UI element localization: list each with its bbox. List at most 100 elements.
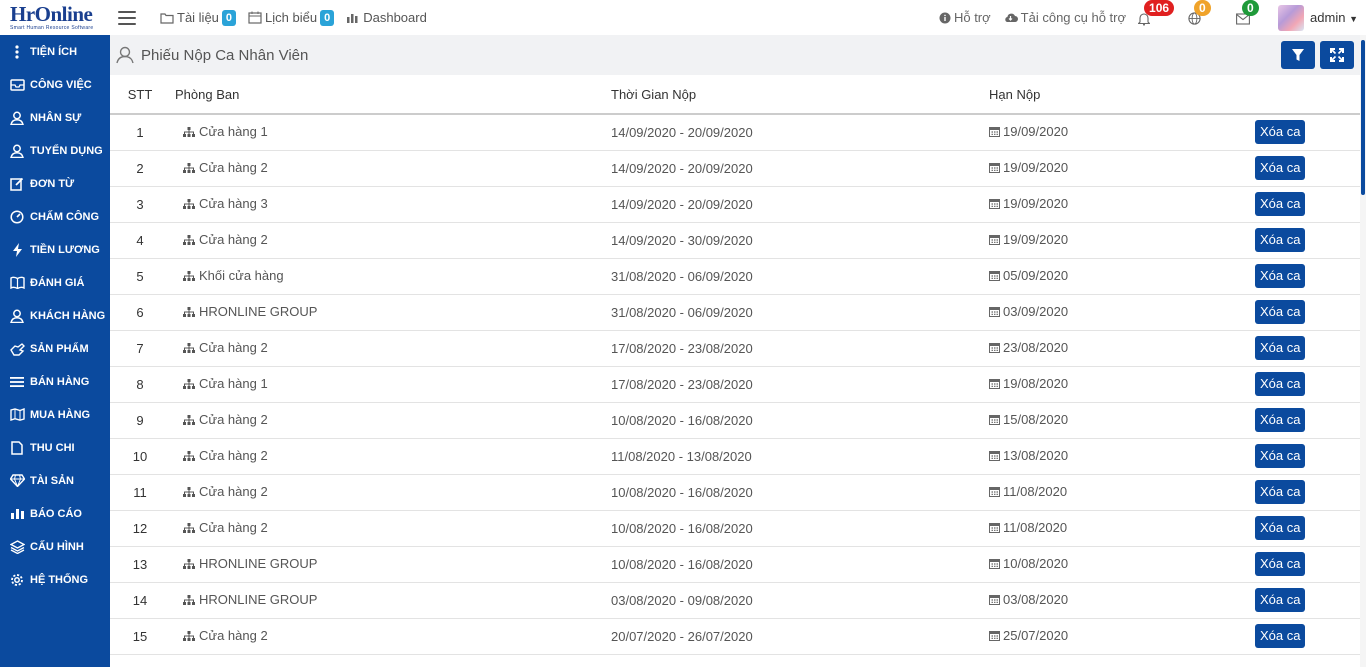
sidebar-item-thu-chi[interactable]: THU CHI: [0, 431, 110, 464]
sitemap-icon: [183, 125, 195, 140]
sitemap-icon: [183, 305, 195, 320]
row-deadline: 13/08/2020: [985, 438, 1255, 475]
mail-count-badge: 0: [1242, 0, 1259, 16]
delete-shift-button[interactable]: Xóa ca: [1255, 624, 1306, 648]
documents-link[interactable]: Tài liệu 0: [160, 9, 237, 26]
sitemap-icon: [183, 593, 195, 608]
logo[interactable]: HrOnline Smart Human Resource Software: [0, 0, 110, 35]
sidebar-item-tai-san[interactable]: TÀI SẢN: [0, 464, 110, 497]
row-actions: Xóa ca: [1255, 330, 1360, 367]
dashboard-link[interactable]: Dashboard: [346, 10, 427, 25]
sidebar-item-label: NHÂN SỰ: [30, 111, 82, 124]
table-row[interactable]: 11 Cửa hàng 2 10/08/2020 - 16/08/2020 11/08…: [110, 474, 1360, 511]
sidebar-item-khach-hang[interactable]: KHÁCH HÀNG: [0, 299, 110, 332]
row-submit-time: 14/09/2020 - 20/09/2020: [607, 150, 985, 187]
panel-header: Phiếu Nộp Ca Nhân Viên: [110, 35, 1360, 75]
table-row[interactable]: 9 Cửa hàng 2 10/08/2020 - 16/08/2020 15/08/…: [110, 402, 1360, 439]
sidebar-item-nhan-su[interactable]: NHÂN SỰ: [0, 101, 110, 134]
menu-toggle-icon[interactable]: [118, 10, 136, 25]
file-icon: [8, 440, 26, 456]
cloud-download-icon: [1004, 13, 1018, 22]
main-panel: Phiếu Nộp Ca Nhân Viên STT Phòng Ban Thờ…: [110, 35, 1360, 667]
sidebar-item-cong-viec[interactable]: CÔNG VIỆC: [0, 68, 110, 101]
sidebar-item-label: KHÁCH HÀNG: [30, 309, 106, 322]
row-actions: Xóa ca: [1255, 438, 1360, 475]
download-tools-link[interactable]: Tải công cụ hỗ trợ: [1003, 10, 1126, 25]
sidebar-item-label: CHẤM CÔNG: [30, 210, 100, 223]
table-row[interactable]: 15 Cửa hàng 2 20/07/2020 - 26/07/2020 25/07…: [110, 618, 1360, 655]
delete-shift-button[interactable]: Xóa ca: [1255, 444, 1306, 468]
sidebar-item-tien-luong[interactable]: TIỀN LƯƠNG: [0, 233, 110, 266]
delete-shift-button[interactable]: Xóa ca: [1255, 300, 1306, 324]
row-deadline: 19/08/2020: [985, 366, 1255, 403]
sidebar-item-tuyen-dung[interactable]: TUYỂN DỤNG: [0, 134, 110, 167]
row-stt: 4: [110, 222, 170, 259]
row-department: HRONLINE GROUP: [170, 294, 607, 331]
delete-shift-button[interactable]: Xóa ca: [1255, 372, 1306, 396]
department-name: Cửa hàng 2: [199, 628, 268, 643]
delete-shift-button[interactable]: Xóa ca: [1255, 408, 1306, 432]
row-deadline: 03/08/2020: [985, 582, 1255, 619]
sidebar-item-danh-gia[interactable]: ĐÁNH GIÁ: [0, 266, 110, 299]
department-name: Cửa hàng 3: [199, 196, 268, 211]
table-row[interactable]: 14 HRONLINE GROUP 03/08/2020 - 09/08/2020 0…: [110, 582, 1360, 619]
delete-shift-button[interactable]: Xóa ca: [1255, 480, 1306, 504]
delete-shift-button[interactable]: Xóa ca: [1255, 336, 1306, 360]
table-row[interactable]: 5 Khối cửa hàng 31/08/2020 - 06/09/2020 05/…: [110, 258, 1360, 295]
delete-shift-button[interactable]: Xóa ca: [1255, 192, 1306, 216]
sidebar-item-don-tu[interactable]: ĐƠN TỪ: [0, 167, 110, 200]
table-row[interactable]: 2 Cửa hàng 2 14/09/2020 - 20/09/2020 19/09/…: [110, 150, 1360, 187]
table-row[interactable]: 1 Cửa hàng 1 14/09/2020 - 20/09/2020 19/09/…: [110, 114, 1360, 151]
table-row[interactable]: 8 Cửa hàng 1 17/08/2020 - 23/08/2020 19/08/…: [110, 366, 1360, 403]
mail-notifications[interactable]: 0: [1236, 0, 1259, 28]
table-row[interactable]: 3 Cửa hàng 3 14/09/2020 - 20/09/2020 19/09/…: [110, 186, 1360, 223]
table-row[interactable]: 13 HRONLINE GROUP 10/08/2020 - 16/08/2020 1…: [110, 546, 1360, 583]
sidebar-item-he-thong[interactable]: HỆ THỐNG: [0, 563, 110, 596]
scrollbar[interactable]: [1360, 35, 1366, 667]
table-row[interactable]: 10 Cửa hàng 2 11/08/2020 - 13/08/2020 13/08…: [110, 438, 1360, 475]
sidebar-item-ban-hang[interactable]: BÁN HÀNG: [0, 365, 110, 398]
calendar-icon: [989, 557, 1000, 572]
user-menu[interactable]: admin ▼: [1310, 10, 1358, 25]
scrollbar-thumb[interactable]: [1361, 40, 1365, 195]
department-name: Cửa hàng 2: [199, 448, 268, 463]
sidebar-item-bao-cao[interactable]: BÁO CÁO: [0, 497, 110, 530]
row-actions: Xóa ca: [1255, 618, 1360, 655]
sidebar-item-cham-cong[interactable]: CHẤM CÔNG: [0, 200, 110, 233]
col-department: Phòng Ban: [170, 75, 607, 115]
row-stt: 13: [110, 546, 170, 583]
delete-shift-button[interactable]: Xóa ca: [1255, 228, 1306, 252]
delete-shift-button[interactable]: Xóa ca: [1255, 120, 1306, 145]
row-actions: Xóa ca: [1255, 258, 1360, 295]
language-notifications[interactable]: 0: [1188, 0, 1211, 28]
filter-button[interactable]: [1281, 41, 1315, 69]
user-icon: [8, 308, 26, 324]
table-row[interactable]: 6 HRONLINE GROUP 31/08/2020 - 06/09/2020 03…: [110, 294, 1360, 331]
table-row[interactable]: 4 Cửa hàng 2 14/09/2020 - 30/09/2020 19/09/…: [110, 222, 1360, 259]
row-department: Cửa hàng 2: [170, 222, 607, 259]
fullscreen-button[interactable]: [1320, 41, 1354, 69]
delete-shift-button[interactable]: Xóa ca: [1255, 516, 1306, 540]
row-department: Cửa hàng 2: [170, 510, 607, 547]
delete-shift-button[interactable]: Xóa ca: [1255, 588, 1306, 612]
row-department: Cửa hàng 2: [170, 438, 607, 475]
sidebar-item-san-pham[interactable]: SẢN PHẨM: [0, 332, 110, 365]
sidebar-item-cau-hinh[interactable]: CẤU HÌNH: [0, 530, 110, 563]
sidebar-item-tien-ich[interactable]: TIỆN ÍCH: [0, 35, 110, 68]
support-link[interactable]: Hỗ trợ: [939, 10, 991, 25]
delete-shift-button[interactable]: Xóa ca: [1255, 156, 1306, 180]
sidebar-item-mua-hang[interactable]: MUA HÀNG: [0, 398, 110, 431]
table-row[interactable]: 7 Cửa hàng 2 17/08/2020 - 23/08/2020 23/08/…: [110, 330, 1360, 367]
row-actions: Xóa ca: [1255, 222, 1360, 259]
delete-shift-button[interactable]: Xóa ca: [1255, 552, 1306, 576]
deadline-date: 15/08/2020: [1003, 412, 1069, 427]
table-row[interactable]: 12 Cửa hàng 2 10/08/2020 - 16/08/2020 11/08…: [110, 510, 1360, 547]
table-header-row: STT Phòng Ban Thời Gian Nộp Hạn Nộp: [110, 75, 1360, 115]
delete-shift-button[interactable]: Xóa ca: [1255, 264, 1306, 288]
row-actions: Xóa ca: [1255, 366, 1360, 403]
notification-bell[interactable]: 106: [1138, 0, 1175, 28]
calendar-link[interactable]: Lịch biểu 0: [248, 9, 335, 26]
calendar-icon: [989, 125, 1000, 140]
avatar[interactable]: [1278, 4, 1305, 31]
deadline-date: 23/08/2020: [1003, 340, 1069, 355]
